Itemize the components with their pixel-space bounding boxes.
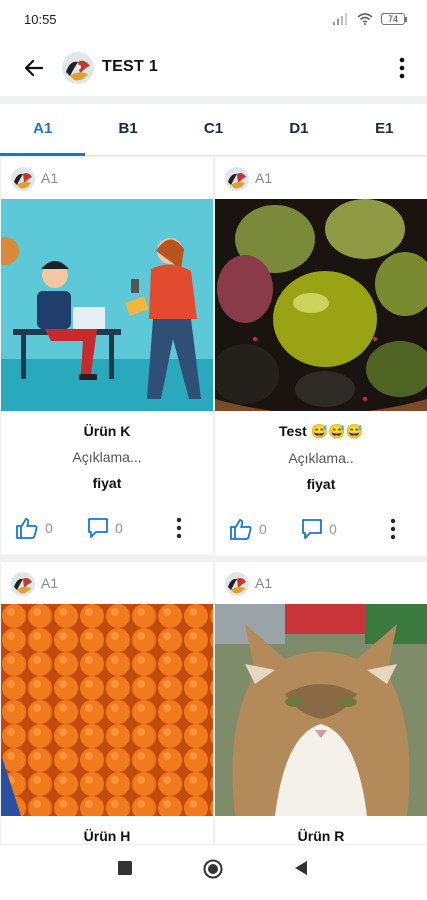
tab-a1[interactable]: A1	[0, 104, 86, 156]
product-price: fiyat	[92, 475, 122, 491]
product-card[interactable]: A1 Ürün H	[1, 562, 213, 844]
card-header: A1	[215, 562, 427, 604]
category-avatar	[11, 572, 35, 596]
card-category: A1	[255, 170, 273, 186]
comment-count: 0	[329, 521, 337, 537]
card-more-icon[interactable]	[175, 517, 183, 539]
product-name: Ürün H	[83, 828, 131, 844]
like-count: 0	[259, 521, 267, 537]
product-price: fiyat	[306, 476, 336, 492]
category-avatar	[11, 167, 35, 191]
more-vertical-icon[interactable]	[397, 54, 407, 82]
back-nav-button[interactable]	[294, 861, 308, 875]
card-category: A1	[41, 575, 59, 591]
product-feed[interactable]: A1 Ürün K Açıklama... fiyat 0 0 A1 Test …	[0, 157, 427, 845]
product-card[interactable]: A1 Test 😅😅😅 Açıklama.. fiyat 0 0	[215, 157, 427, 556]
status-bar: 10:55 74	[0, 0, 427, 40]
card-more-icon[interactable]	[389, 518, 397, 540]
app-bar: TEST 1	[0, 40, 427, 96]
like-count: 0	[45, 520, 53, 536]
product-image[interactable]	[215, 199, 427, 411]
product-image[interactable]	[1, 604, 213, 816]
status-time: 10:55	[24, 12, 57, 27]
like-button[interactable]: 0	[229, 518, 267, 540]
product-description: Açıklama..	[288, 450, 354, 466]
comment-icon	[302, 519, 322, 539]
tab-b1[interactable]: B1	[85, 104, 170, 155]
tab-e1[interactable]: E1	[342, 104, 427, 155]
tab-c1[interactable]: C1	[171, 104, 256, 155]
category-avatar	[225, 167, 249, 191]
product-name: Test 😅😅😅	[279, 423, 363, 439]
recents-button[interactable]	[118, 861, 132, 875]
category-tabs: A1 B1 C1 D1 E1	[0, 104, 427, 156]
card-category: A1	[41, 170, 59, 186]
thumbs-up-icon	[16, 518, 38, 539]
card-header: A1	[1, 157, 213, 199]
like-button[interactable]: 0	[15, 517, 53, 539]
page-title: TEST 1	[102, 58, 159, 75]
product-image[interactable]	[215, 604, 427, 816]
card-header: A1	[215, 157, 427, 199]
battery-icon: 74	[381, 13, 407, 25]
home-button[interactable]	[203, 859, 223, 879]
product-image[interactable]	[1, 199, 213, 411]
comment-count: 0	[115, 520, 123, 536]
comment-icon	[88, 518, 108, 538]
comment-button[interactable]: 0	[87, 517, 123, 539]
signal-icon	[333, 13, 347, 25]
product-card[interactable]: A1 Ürün R	[215, 562, 427, 844]
comment-button[interactable]: 0	[301, 518, 337, 540]
product-name: Ürün R	[297, 828, 345, 844]
product-name: Ürün K	[83, 423, 131, 439]
arrow-left-icon[interactable]	[20, 54, 48, 82]
card-actions: 0 0	[215, 506, 427, 556]
system-nav-bar	[0, 845, 427, 900]
card-category: A1	[255, 575, 273, 591]
card-actions: 0 0	[1, 505, 213, 555]
avatar[interactable]	[62, 52, 94, 84]
category-avatar	[225, 572, 249, 596]
tab-d1[interactable]: D1	[256, 104, 341, 155]
product-description: Açıklama...	[72, 449, 142, 465]
status-icons: 74	[333, 13, 407, 25]
product-card[interactable]: A1 Ürün K Açıklama... fiyat 0 0	[1, 157, 213, 555]
thumbs-up-icon	[230, 519, 252, 540]
card-header: A1	[1, 562, 213, 604]
wifi-icon	[357, 13, 373, 25]
